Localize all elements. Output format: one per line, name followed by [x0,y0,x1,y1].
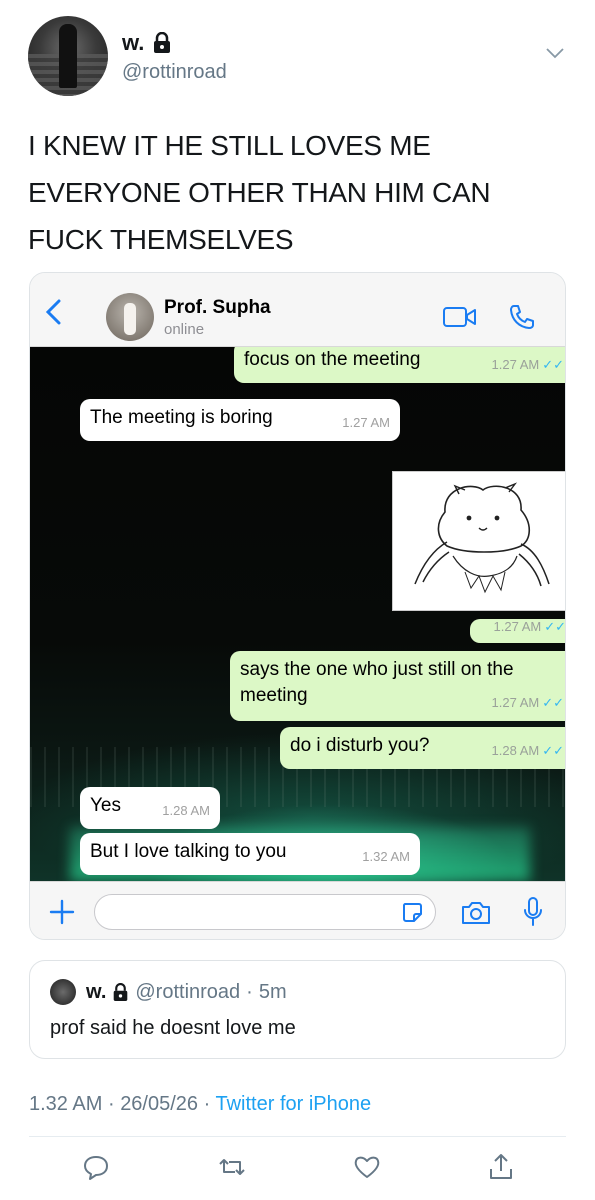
message-bubble[interactable]: The meeting is boring 1.27 AM [80,399,400,441]
read-ticks-icon: ✓✓ [542,743,564,758]
handle[interactable]: @rottinroad [122,61,227,84]
video-call-icon[interactable] [442,305,478,329]
tweet-source-link[interactable]: Twitter for iPhone [215,1093,371,1115]
separator: · [107,1093,115,1115]
tweet-text-line: EVERYONE OTHER THAN HIM CAN [28,177,491,208]
quoted-header: w. @rottinroad · 5m [86,981,287,1004]
message-time: 1.28 AM ✓✓ [491,743,565,758]
quoted-age: 5m [258,981,287,1003]
separator: · [203,1093,211,1115]
message-text: Yes [90,795,121,816]
message-time: 1.27 AM [342,415,390,430]
plus-icon[interactable] [48,898,76,926]
reply-icon[interactable] [81,1152,111,1182]
message-bubble[interactable]: focus on the meeting 1.27 AM ✓✓ [234,347,565,383]
action-bar [0,1148,595,1188]
message-bubble[interactable]: Yes 1.28 AM [80,787,220,829]
chevron-down-icon[interactable] [545,46,565,60]
message-time: 1.28 AM [162,803,210,818]
sticker-hamster-drawing [414,482,550,594]
retweet-icon[interactable] [217,1152,247,1182]
tweet-text: I KNEW IT HE STILL LOVES ME EVERYONE OTH… [28,122,568,263]
phone-icon[interactable] [508,303,536,331]
contact-avatar-figure [124,303,136,335]
read-ticks-icon: ✓✓ [544,619,565,634]
message-bubble[interactable]: But I love talking to you 1.32 AM [80,833,420,875]
like-icon[interactable] [352,1152,382,1182]
quoted-avatar [50,979,76,1005]
message-time: 1.32 AM [362,849,410,864]
read-ticks-icon: ✓✓ [542,357,564,372]
divider [29,1136,566,1137]
lock-icon [152,31,172,54]
read-ticks-icon: ✓✓ [542,695,564,710]
camera-icon[interactable] [460,900,492,926]
message-text: focus on the meeting [244,349,421,370]
message-bubble[interactable]: do i disturb you? 1.28 AM ✓✓ [280,727,565,769]
message-input[interactable] [94,894,436,930]
chat-area: focus on the meeting 1.27 AM ✓✓ The meeti… [30,347,565,881]
separator: · [246,981,253,1003]
tweet-meta: 1.32 AM · 26/05/26 · Twitter for iPhone [29,1093,371,1116]
avatar[interactable] [28,16,108,96]
message-bubble[interactable]: says the one who just still on the meeti… [230,651,565,721]
contact-status: online [164,321,205,338]
quoted-text: prof said he doesnt love me [50,1017,296,1039]
mic-icon[interactable] [522,896,544,928]
display-name[interactable]: w. [122,30,144,56]
message-text: But I love talking to you [90,841,287,862]
message-text: says the one who just still on the meeti… [240,659,514,706]
message-text: do i disturb you? [290,735,430,756]
tweet-time[interactable]: 1.32 AM [29,1093,102,1115]
quoted-display-name: w. [86,981,107,1003]
message-time: 1.27 AM ✓✓ [491,357,565,372]
contact-name[interactable]: Prof. Supha [164,297,271,319]
message-time: 1.27 AM ✓✓ [493,619,566,634]
name-row: w. [122,30,172,56]
avatar-figure [59,24,77,88]
tweet-header: w. @rottinroad [28,16,573,100]
message-bubble[interactable]: 1.27 AM ✓✓ [470,619,565,643]
back-icon[interactable] [44,299,64,325]
quoted-tweet[interactable]: w. @rottinroad · 5m prof said he doesnt … [29,960,566,1059]
tweet-text-line: I KNEW IT HE STILL LOVES ME [28,130,431,161]
contact-avatar[interactable] [106,293,154,341]
chat-input-bar [30,881,565,939]
chat-header: Prof. Supha online [30,273,565,347]
tweet-date[interactable]: 26/05/26 [120,1093,198,1115]
tweet-text-line: FUCK THEMSELVES [28,224,294,255]
quoted-handle: @rottinroad [135,981,241,1003]
share-icon[interactable] [486,1152,516,1182]
media-screenshot[interactable]: Prof. Supha online focus on the meeting … [29,272,566,940]
message-time: 1.27 AM ✓✓ [491,695,565,710]
sticker-icon[interactable] [401,901,423,923]
sticker-image[interactable] [392,471,565,611]
lock-icon [114,983,128,1001]
message-text: The meeting is boring [90,407,273,428]
